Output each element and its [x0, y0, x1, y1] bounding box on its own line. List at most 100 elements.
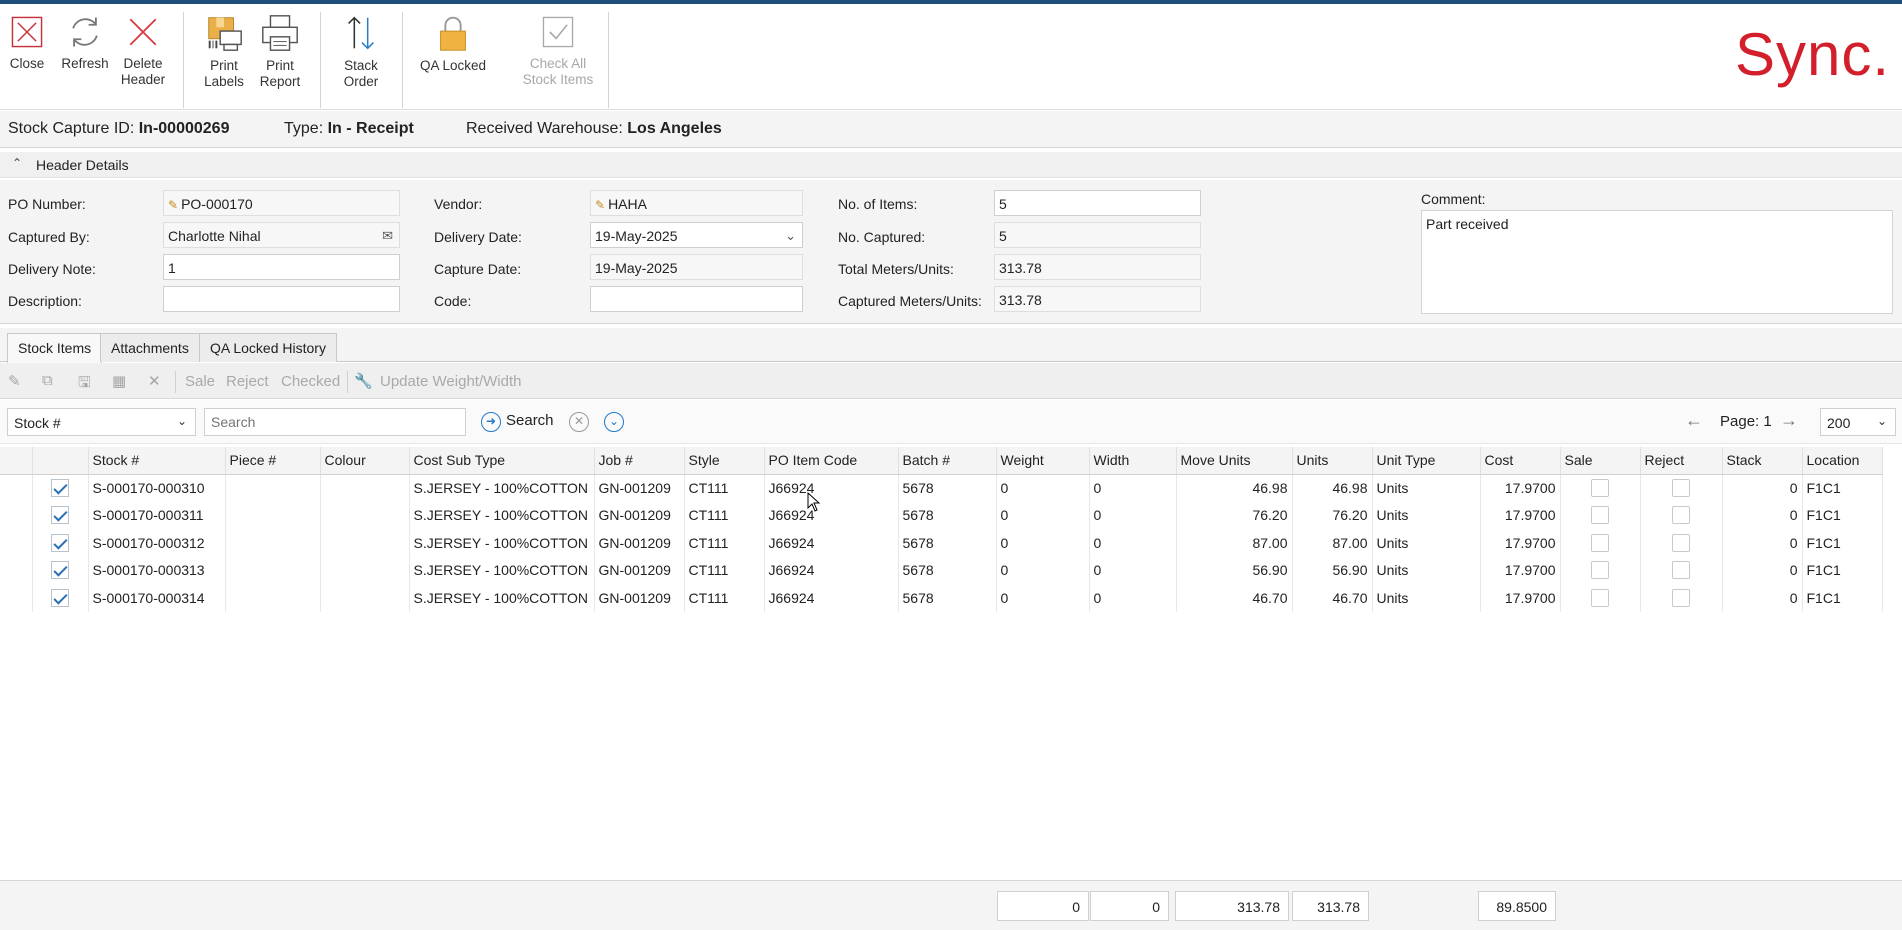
comment-textarea[interactable]: Part received — [1421, 210, 1893, 314]
cell-stock[interactable]: S-000170-000313 — [88, 556, 226, 584]
row-select-checkbox[interactable] — [51, 506, 69, 525]
reject-button[interactable]: Reject — [226, 373, 269, 390]
cell-style[interactable]: CT111 — [684, 529, 765, 557]
print-labels-button[interactable]: Print Labels — [200, 12, 248, 90]
tab-stock-items[interactable]: Stock Items — [7, 333, 103, 363]
captured-by-field[interactable]: Charlotte Nihal ✉ — [163, 222, 400, 248]
column-header[interactable]: Batch # — [898, 447, 997, 475]
header-details-toggle[interactable]: ⌃ Header Details — [0, 152, 1902, 178]
cell-stock[interactable]: S-000170-000310 — [88, 474, 226, 502]
cell-cost[interactable]: 17.9700 — [1480, 501, 1561, 529]
cell-weight[interactable]: 0 — [996, 474, 1090, 502]
cell-style[interactable]: CT111 — [684, 501, 765, 529]
row-select-checkbox[interactable] — [51, 588, 69, 607]
cell-job[interactable]: GN-001209 — [594, 501, 685, 529]
cell-width[interactable]: 0 — [1089, 474, 1177, 502]
captured-meters-units-field[interactable]: 313.78 — [994, 286, 1201, 312]
row-indicator[interactable] — [0, 529, 33, 557]
delete-icon[interactable]: ✕ — [148, 372, 161, 390]
copy-icon[interactable]: ⧉ — [42, 372, 53, 389]
check-all-stock-items-button[interactable]: Check All Stock Items — [518, 12, 598, 88]
no-captured-field[interactable]: 5 — [994, 222, 1201, 248]
column-header[interactable]: Location — [1802, 447, 1883, 475]
cell-cost[interactable]: 17.9700 — [1480, 474, 1561, 502]
cell-location[interactable]: F1C1 — [1802, 501, 1883, 529]
cell-units[interactable]: 87.00 — [1292, 529, 1373, 557]
cell-unit-type[interactable]: Units — [1372, 556, 1481, 584]
cell-weight[interactable]: 0 — [996, 556, 1090, 584]
row-indicator[interactable] — [0, 584, 33, 612]
sale-checkbox[interactable] — [1591, 506, 1609, 525]
cell-piece[interactable] — [225, 474, 321, 502]
reject-checkbox[interactable] — [1672, 561, 1690, 580]
cell-batch[interactable]: 5678 — [898, 584, 997, 612]
table-row[interactable]: S-000170-000311 S.JERSEY - 100%COTTON GN-0… — [0, 501, 1883, 529]
cell-move-units[interactable]: 46.98 — [1176, 474, 1293, 502]
cell-weight[interactable]: 0 — [996, 584, 1090, 612]
sale-checkbox[interactable] — [1591, 533, 1609, 552]
cell-piece[interactable] — [225, 584, 321, 612]
cell-po-item[interactable]: J66924 — [764, 501, 899, 529]
sale-checkbox[interactable] — [1591, 588, 1609, 607]
row-select-checkbox[interactable] — [51, 533, 69, 552]
cell-po-item[interactable]: J66924 — [764, 529, 899, 557]
cell-cost-sub-type[interactable]: S.JERSEY - 100%COTTON — [409, 474, 595, 502]
save-all-icon[interactable]: ▦ — [112, 372, 126, 390]
search-button[interactable]: Search — [506, 412, 554, 429]
cell-move-units[interactable]: 56.90 — [1176, 556, 1293, 584]
cell-unit-type[interactable]: Units — [1372, 501, 1481, 529]
cell-cost[interactable]: 17.9700 — [1480, 556, 1561, 584]
cell-batch[interactable]: 5678 — [898, 529, 997, 557]
cell-units[interactable]: 76.20 — [1292, 501, 1373, 529]
po-number-field[interactable]: ✎ PO-000170 — [163, 190, 400, 216]
cell-colour[interactable] — [320, 501, 410, 529]
cell-cost-sub-type[interactable]: S.JERSEY - 100%COTTON — [409, 501, 595, 529]
column-header[interactable]: Cost Sub Type — [409, 447, 595, 475]
table-row[interactable]: S-000170-000312 S.JERSEY - 100%COTTON GN-0… — [0, 529, 1883, 557]
column-header[interactable]: Sale — [1560, 447, 1641, 475]
cell-colour[interactable] — [320, 556, 410, 584]
tab-qa-locked-history[interactable]: QA Locked History — [199, 333, 337, 362]
cell-job[interactable]: GN-001209 — [594, 529, 685, 557]
cell-cost[interactable]: 17.9700 — [1480, 529, 1561, 557]
cell-cost-sub-type[interactable]: S.JERSEY - 100%COTTON — [409, 556, 595, 584]
cell-stack[interactable]: 0 — [1722, 584, 1803, 612]
cell-weight[interactable]: 0 — [996, 501, 1090, 529]
reject-checkbox[interactable] — [1672, 506, 1690, 525]
cell-style[interactable]: CT111 — [684, 556, 765, 584]
cell-batch[interactable]: 5678 — [898, 501, 997, 529]
row-indicator[interactable] — [0, 474, 33, 502]
cell-stack[interactable]: 0 — [1722, 529, 1803, 557]
cell-piece[interactable] — [225, 529, 321, 557]
sale-checkbox[interactable] — [1591, 561, 1609, 580]
cell-po-item[interactable]: J66924 — [764, 584, 899, 612]
save-icon[interactable]: 🖫 — [78, 372, 91, 397]
column-header[interactable]: Cost — [1480, 447, 1561, 475]
capture-date-field[interactable]: 19-May-2025 — [590, 254, 803, 280]
cell-stack[interactable]: 0 — [1722, 474, 1803, 502]
tab-attachments[interactable]: Attachments — [100, 333, 200, 362]
cell-cost-sub-type[interactable]: S.JERSEY - 100%COTTON — [409, 584, 595, 612]
cell-move-units[interactable]: 87.00 — [1176, 529, 1293, 557]
cell-unit-type[interactable]: Units — [1372, 529, 1481, 557]
row-select-checkbox[interactable] — [51, 479, 69, 498]
sale-checkbox[interactable] — [1591, 479, 1609, 498]
table-row[interactable]: S-000170-000310 S.JERSEY - 100%COTTON GN-0… — [0, 474, 1883, 502]
cell-width[interactable]: 0 — [1089, 584, 1177, 612]
cell-location[interactable]: F1C1 — [1802, 556, 1883, 584]
cell-cost-sub-type[interactable]: S.JERSEY - 100%COTTON — [409, 529, 595, 557]
column-header[interactable]: Piece # — [225, 447, 321, 475]
cell-colour[interactable] — [320, 529, 410, 557]
cell-batch[interactable]: 5678 — [898, 556, 997, 584]
column-header[interactable]: Weight — [996, 447, 1090, 475]
cell-style[interactable]: CT111 — [684, 584, 765, 612]
refresh-button[interactable]: Refresh — [58, 12, 112, 72]
table-row[interactable]: S-000170-000313 S.JERSEY - 100%COTTON GN-0… — [0, 556, 1883, 584]
cell-location[interactable]: F1C1 — [1802, 529, 1883, 557]
cell-location[interactable]: F1C1 — [1802, 474, 1883, 502]
cell-job[interactable]: GN-001209 — [594, 474, 685, 502]
cell-unit-type[interactable]: Units — [1372, 474, 1481, 502]
print-report-button[interactable]: Print Report — [256, 12, 304, 90]
vendor-field[interactable]: ✎ HAHA — [590, 190, 803, 216]
code-field[interactable] — [590, 286, 803, 312]
